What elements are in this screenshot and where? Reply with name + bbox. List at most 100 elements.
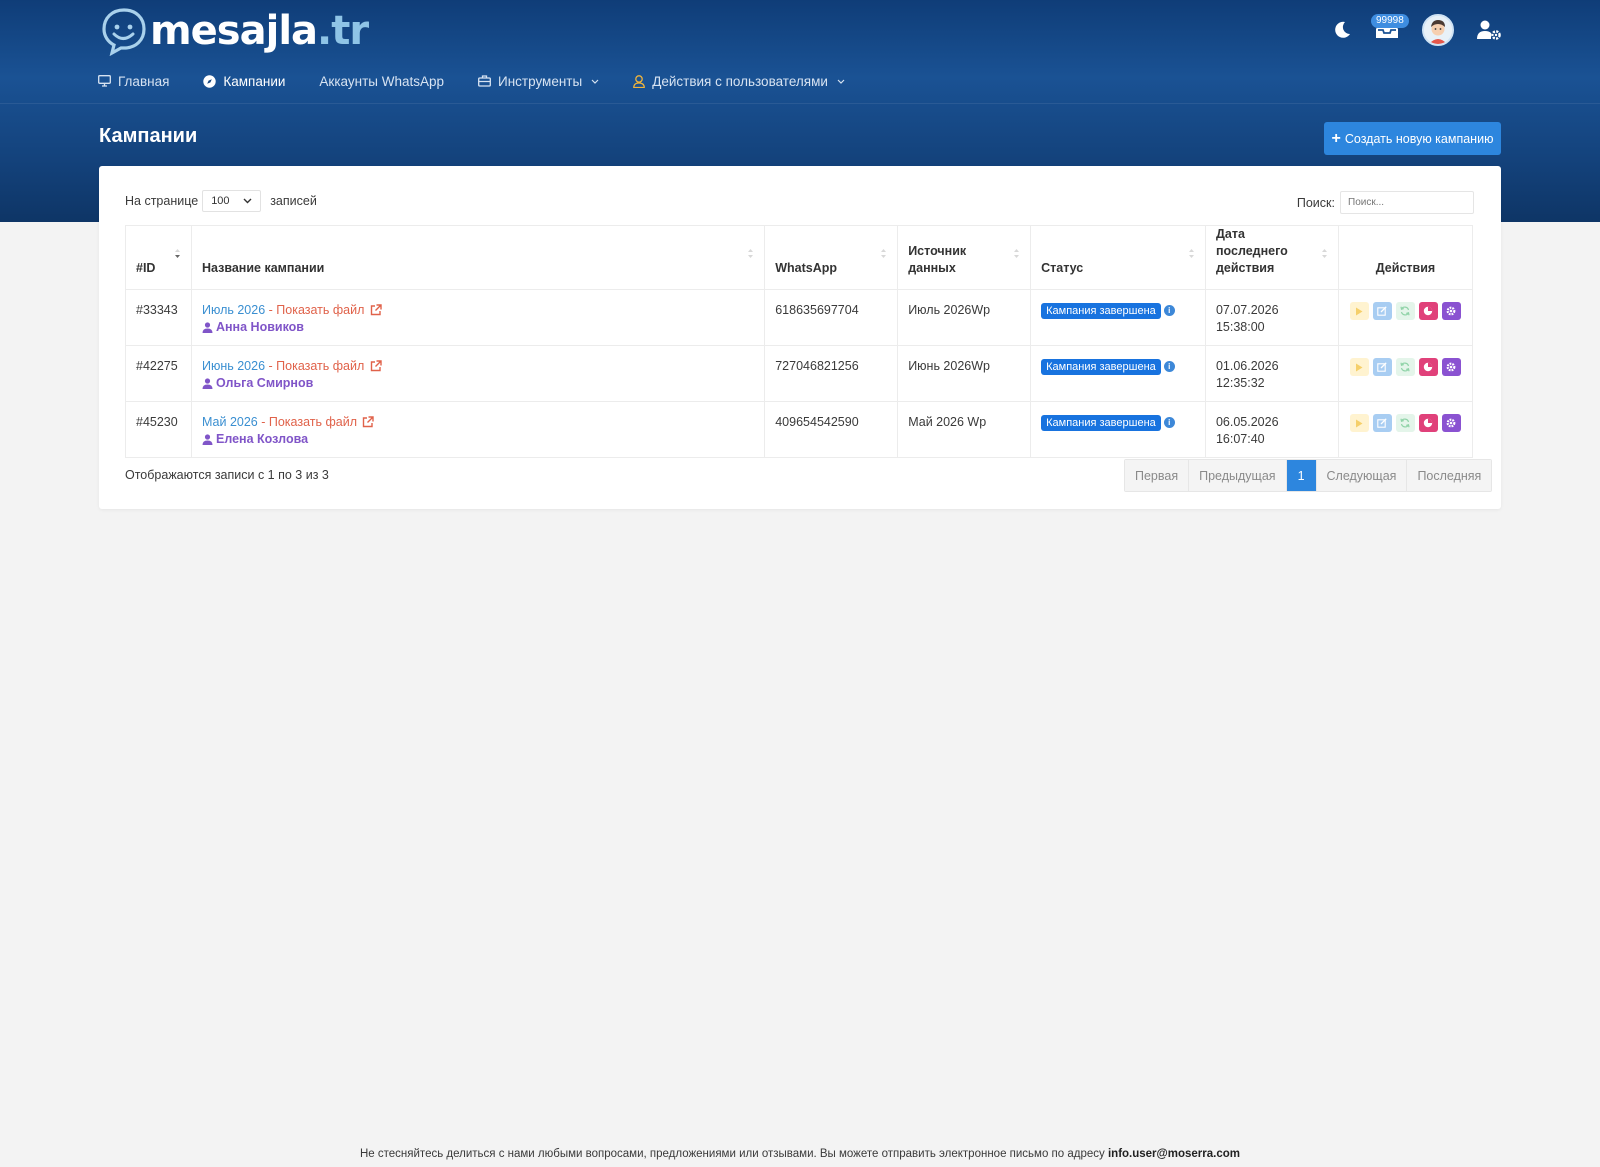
page-length-suffix: записей — [270, 194, 317, 208]
info-icon[interactable]: i — [1163, 417, 1175, 428]
pie-chart-icon — [1424, 306, 1433, 316]
compass-icon — [203, 74, 217, 88]
info-icon[interactable]: i — [1163, 361, 1175, 372]
briefcase-icon — [478, 75, 491, 87]
page-first-button[interactable]: Первая — [1125, 460, 1190, 491]
show-file-link[interactable]: Показать файл — [276, 359, 364, 373]
sort-icon — [1321, 249, 1327, 258]
brand-name: mesajla.tr — [150, 8, 369, 54]
cell-id: #42275 — [125, 345, 192, 402]
start-campaign-button[interactable] — [1349, 302, 1369, 320]
user-avatar[interactable] — [1422, 14, 1454, 46]
page-last-button[interactable]: Последняя — [1407, 460, 1492, 491]
restart-campaign-button[interactable] — [1395, 358, 1415, 376]
page-length-value: 100 — [211, 195, 230, 207]
nav-item-campaigns[interactable]: Кампании — [203, 74, 285, 89]
page-previous-button[interactable]: Предыдущая — [1189, 460, 1287, 491]
cell-status: Кампания завершена i — [1030, 289, 1206, 346]
edit-campaign-button[interactable] — [1372, 302, 1392, 320]
start-campaign-button[interactable] — [1349, 358, 1369, 376]
play-icon — [1356, 419, 1363, 427]
owner-name: Елена Козлова — [215, 432, 309, 446]
cell-source: Июнь 2026Wp — [897, 345, 1032, 402]
user-icon — [202, 378, 213, 389]
table-header-row: #ID Название кампании WhatsApp Источник … — [125, 225, 1474, 290]
restart-campaign-button[interactable] — [1395, 302, 1415, 320]
create-campaign-button[interactable]: + Создать новую кампанию — [1324, 122, 1501, 155]
cell-whatsapp: 727046821256 — [764, 345, 899, 402]
monitor-icon — [98, 75, 111, 87]
column-header-id[interactable]: #ID — [125, 225, 192, 290]
campaign-settings-button[interactable] — [1441, 302, 1461, 320]
external-link-icon[interactable] — [370, 304, 382, 316]
owner-name: Ольга Смирнов — [215, 376, 314, 390]
chevron-down-icon — [837, 79, 845, 84]
edit-icon — [1377, 418, 1388, 428]
play-icon — [1356, 307, 1363, 315]
user-icon — [202, 434, 213, 445]
cell-date: 06.05.2026 16:07:40 — [1204, 401, 1339, 458]
page-length-select[interactable]: 100 — [202, 190, 262, 212]
cell-date: 01.06.2026 12:35:32 — [1204, 345, 1339, 402]
cell-campaign: Июнь 2026 - Показать файл Ольга Смирнов — [190, 345, 766, 402]
campaign-owner[interactable]: Анна Новиков — [202, 319, 754, 336]
create-campaign-label: Создать новую кампанию — [1344, 131, 1494, 146]
campaign-stats-button[interactable] — [1418, 358, 1438, 376]
nav-item-user-actions[interactable]: Действия с пользователями — [633, 74, 845, 89]
campaign-link[interactable]: Июль 2026 — [202, 303, 265, 317]
campaign-separator: - — [265, 359, 277, 373]
nav-item-whatsapp-accounts[interactable]: Аккаунты WhatsApp — [319, 74, 444, 89]
notifications-button[interactable]: 99998 — [1371, 14, 1409, 41]
nav-item-tools[interactable]: Инструменты — [478, 74, 599, 89]
notification-count-badge: 99998 — [1371, 14, 1409, 28]
column-header-whatsapp[interactable]: WhatsApp — [764, 225, 899, 290]
campaign-link[interactable]: Июнь 2026 — [202, 359, 265, 373]
external-link-icon[interactable] — [362, 416, 375, 428]
search-input[interactable] — [1340, 191, 1474, 214]
campaign-link[interactable]: Май 2026 — [202, 415, 258, 429]
dark-mode-toggle[interactable] — [1332, 20, 1352, 40]
edit-campaign-button[interactable] — [1372, 358, 1392, 376]
edit-campaign-button[interactable] — [1372, 414, 1392, 432]
table-row: #45230 Май 2026 - Показать файл Елена Ко… — [125, 401, 1474, 458]
brand-logo[interactable]: mesajla.tr — [100, 6, 369, 56]
campaign-owner[interactable]: Елена Козлова — [202, 431, 754, 448]
chat-smile-icon — [102, 8, 146, 56]
info-icon[interactable]: i — [1163, 305, 1175, 316]
sort-desc-icon — [174, 249, 180, 258]
column-header-status[interactable]: Статус — [1030, 225, 1206, 290]
campaign-stats-button[interactable] — [1418, 414, 1438, 432]
column-header-last-action[interactable]: Дата последнего действия — [1204, 225, 1339, 290]
edit-icon — [1377, 306, 1388, 316]
nav-item-label: Кампании — [223, 73, 286, 89]
user-settings-button[interactable] — [1476, 19, 1502, 41]
pie-chart-icon — [1424, 418, 1433, 428]
campaign-settings-button[interactable] — [1441, 358, 1461, 376]
column-header-label: WhatsApp — [775, 261, 838, 275]
refresh-icon — [1400, 362, 1411, 372]
nav-item-label: Действия с пользователями — [652, 73, 828, 89]
nav-item-home[interactable]: Главная — [98, 74, 169, 89]
external-link-icon[interactable] — [370, 360, 382, 372]
user-gear-icon — [1477, 20, 1501, 40]
nav-item-label: Аккаунты WhatsApp — [319, 73, 444, 89]
campaign-owner[interactable]: Ольга Смирнов — [202, 375, 754, 392]
page-next-button[interactable]: Следующая — [1316, 460, 1408, 491]
column-header-source[interactable]: Источник данных — [897, 225, 1032, 290]
footer-note: Не стесняйтесь делиться с нами любыми во… — [0, 1148, 1600, 1160]
table-row: #42275 Июнь 2026 - Показать файл Ольга С… — [125, 345, 1474, 402]
campaign-settings-button[interactable] — [1441, 414, 1461, 432]
restart-campaign-button[interactable] — [1395, 414, 1415, 432]
column-header-label: #ID — [136, 261, 156, 275]
page-current-button[interactable]: 1 — [1286, 460, 1317, 491]
footer-email-link[interactable]: info.user@moserra.com — [1108, 1148, 1240, 1160]
column-header-name[interactable]: Название кампании — [190, 225, 766, 290]
page-length-prefix: На странице — [125, 194, 199, 208]
campaign-stats-button[interactable] — [1418, 302, 1438, 320]
cell-whatsapp: 618635697704 — [764, 289, 899, 346]
start-campaign-button[interactable] — [1349, 414, 1369, 432]
show-file-link[interactable]: Показать файл — [269, 415, 357, 429]
refresh-icon — [1400, 306, 1411, 316]
show-file-link[interactable]: Показать файл — [276, 303, 364, 317]
cell-status: Кампания завершена i — [1030, 401, 1206, 458]
